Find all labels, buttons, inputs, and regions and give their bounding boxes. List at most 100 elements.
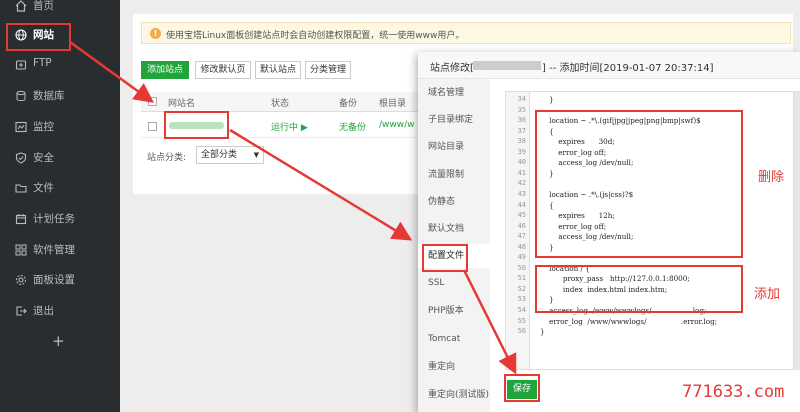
- ftp-icon: [15, 60, 27, 70]
- line-number: 47: [517, 232, 526, 241]
- highlight-delete-block: [535, 110, 743, 258]
- shield-icon: [15, 152, 27, 164]
- col-backup: 备份: [339, 99, 358, 109]
- root-link[interactable]: /www/w: [379, 120, 415, 130]
- home-icon: [15, 0, 27, 12]
- code-line: }: [540, 95, 554, 104]
- modal-title-suffix: ] -- 添加时间[2019-01-07 20:37:14]: [542, 63, 714, 74]
- sidebar-item-label: 数据库: [33, 90, 65, 102]
- sidebar-item-security[interactable]: 安全: [0, 143, 120, 173]
- add-site-button[interactable]: 添加站点: [141, 61, 189, 79]
- line-number: 42: [517, 179, 526, 188]
- highlight-site-name: [164, 111, 229, 139]
- sidebar-item-ftp[interactable]: FTP: [0, 50, 120, 80]
- sidebar-item-label: 计划任务: [33, 213, 75, 225]
- modal-nav-tomcat[interactable]: Tomcat: [418, 327, 490, 351]
- highlight-save-button: [504, 374, 540, 402]
- sidebar-item-panel-settings[interactable]: 面板设置: [0, 265, 120, 295]
- highlight-website-nav: [6, 23, 71, 51]
- sidebar-item-label: 退出: [33, 305, 54, 317]
- folder-icon: [15, 184, 27, 193]
- edit-default-page-button[interactable]: 修改默认页: [195, 61, 251, 79]
- line-number: 50: [517, 263, 526, 272]
- line-gutter: 34 35 36 37 38 39 40 41 42 43 44 45 46 47 48 49 50 51 52 53…: [506, 92, 530, 369]
- modal-nav-sitedir[interactable]: 网站目录: [418, 135, 490, 159]
- code-line: error_log /www/wwwlogs/ .error.log;: [540, 316, 718, 326]
- line-number: 36: [517, 116, 526, 125]
- line-number: 40: [517, 158, 526, 167]
- category-select[interactable]: 全部分类 ▼: [196, 146, 264, 164]
- highlight-add-block: [535, 265, 743, 313]
- watermark: 771633.com: [682, 382, 785, 402]
- sidebar-item-home[interactable]: 首页: [0, 0, 120, 21]
- line-number: 45: [517, 211, 526, 220]
- sidebar-item-logout[interactable]: 退出: [0, 296, 120, 326]
- warning-icon: !: [150, 28, 161, 39]
- line-number: 56: [517, 327, 526, 336]
- select-all-checkbox[interactable]: [148, 97, 157, 106]
- sidebar-item-label: 文件: [33, 182, 54, 194]
- line-number: 34: [517, 95, 526, 103]
- category-select-value: 全部分类: [201, 150, 238, 160]
- monitor-icon: [15, 121, 27, 133]
- modal-nav-default-doc[interactable]: 默认文档: [418, 217, 490, 241]
- category-filter-label: 站点分类:: [147, 153, 187, 163]
- chevron-down-icon: ▼: [253, 151, 259, 159]
- line-number: 54: [517, 306, 526, 314]
- status-badge[interactable]: 运行中 ▶: [271, 120, 308, 133]
- sidebar-item-cron[interactable]: 计划任务: [0, 204, 120, 234]
- line-number: 38: [517, 137, 526, 146]
- line-number: 39: [517, 147, 526, 156]
- notice-text: 使用宝塔Linux面板创建站点时会自动创建权限配置，统一使用www用户。: [166, 31, 465, 41]
- plus-icon[interactable]: +: [52, 332, 65, 350]
- code-line: }: [540, 327, 545, 337]
- modal-nav-traffic[interactable]: 流量限制: [418, 163, 490, 187]
- sidebar-item-label: 安全: [33, 152, 54, 164]
- col-root: 根目录: [379, 99, 407, 109]
- sidebar-item-files[interactable]: 文件: [0, 173, 120, 203]
- sidebar-item-label: 面板设置: [33, 274, 75, 286]
- sidebar-item-monitor[interactable]: 监控: [0, 112, 120, 142]
- col-status[interactable]: 状态: [271, 96, 289, 109]
- editor-scrollbar[interactable]: [794, 91, 800, 370]
- sidebar-item-software[interactable]: 软件管理: [0, 235, 120, 265]
- line-number: 49: [517, 253, 526, 262]
- scrollbar-thumb[interactable]: [794, 91, 800, 370]
- database-icon: [16, 90, 26, 101]
- line-number: 37: [517, 126, 526, 135]
- modal-nav-domain[interactable]: 域名管理: [418, 81, 490, 105]
- line-number: 52: [517, 284, 526, 293]
- calendar-icon: [15, 214, 27, 225]
- modal-nav-rewrite[interactable]: 伪静态: [418, 190, 490, 214]
- annotation-delete: 删除: [758, 170, 785, 185]
- modal-title-prefix: 站点修改[: [430, 63, 474, 74]
- sidebar-item-label: 首页: [33, 0, 54, 12]
- table-header: 网站名 状态 备份 根目录: [141, 92, 441, 112]
- line-number: 46: [517, 221, 526, 230]
- backup-link[interactable]: 无备份: [339, 120, 366, 133]
- highlight-config-tab: [422, 244, 468, 272]
- line-number: 41: [517, 168, 526, 177]
- modal-nav-redirect-beta[interactable]: 重定向(测试版): [418, 383, 490, 407]
- modal-nav-redirect[interactable]: 重定向: [418, 355, 490, 379]
- row-checkbox[interactable]: [148, 122, 157, 131]
- line-number: 51: [517, 274, 526, 283]
- sidebar-item-label: FTP: [33, 57, 52, 69]
- line-number: 48: [517, 242, 526, 251]
- modal-nav-ssl[interactable]: SSL: [418, 271, 490, 295]
- modal-nav-php[interactable]: PHP版本: [418, 299, 490, 323]
- line-number: 35: [517, 105, 526, 114]
- default-site-button[interactable]: 默认站点: [255, 61, 301, 79]
- modal-nav-subdir[interactable]: 子目录绑定: [418, 108, 490, 132]
- sidebar-item-database[interactable]: 数据库: [0, 81, 120, 111]
- sidebar: 首页 网站 FTP 数据库 监控 安全 文件 计划任务 软件管理 面板设置 退出…: [0, 0, 120, 412]
- logout-icon: [16, 306, 27, 316]
- notice-bar: ! 使用宝塔Linux面板创建站点时会自动创建权限配置，统一使用www用户。: [141, 22, 791, 44]
- category-manage-button[interactable]: 分类管理: [305, 61, 351, 79]
- sidebar-item-label: 监控: [33, 121, 54, 133]
- line-number: 44: [517, 200, 526, 209]
- col-site-name[interactable]: 网站名: [168, 96, 195, 109]
- annotation-add: 添加: [754, 287, 781, 302]
- apps-icon: [15, 244, 27, 256]
- line-number: 55: [517, 316, 526, 325]
